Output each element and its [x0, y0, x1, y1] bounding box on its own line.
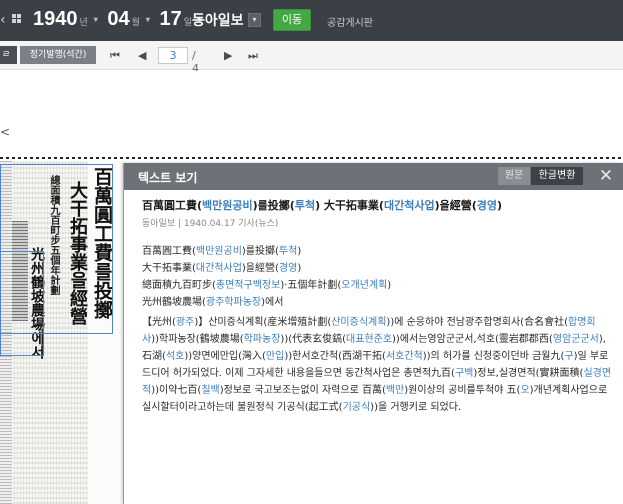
panel-body: 百萬圓工費(백만원공비)를投擲(투척) 大干拓事業(대간척사업)을經營(경영) …: [142, 197, 612, 416]
newspaper-scan-image[interactable]: 百萬圓工費를投擲 大干拓事業을經營 總面積九百町步五個年計劃 光州鶴坡農場에서: [0, 161, 123, 504]
korean-reading: 오: [520, 385, 530, 396]
headline-line: 總面積九百町步(총면적구백정보)·五個年計劃(오개년계획): [142, 277, 612, 294]
text-segment: )원이상의 공비를투척야 五(: [404, 385, 521, 396]
text-segment: ): [497, 199, 503, 212]
korean-reading: 대간척사업: [195, 263, 242, 274]
close-icon[interactable]: ✕: [596, 165, 616, 187]
korean-reading: 산미증식계획: [331, 317, 387, 328]
korean-reading: 백만원공비: [202, 199, 253, 212]
text-segment: ))을 거행키로 되었다.: [370, 402, 462, 413]
text-segment: ))의 허가를 신청중이던바 금월九(: [422, 351, 565, 362]
sub-toolbar: ㄹ 정기발행(석간) ⏮ ◀ 3 / 4 ▶ ⏭: [0, 41, 623, 75]
korean-reading: 대표현준호: [346, 334, 393, 345]
top-bar: ‹ 1940 년 ▾ 04 월 ▾ 17 일 ▾ 동아일보 ▾ 이동 공감게시판: [0, 0, 623, 41]
prev-date-arrow[interactable]: ‹: [0, 12, 6, 28]
headline-line: 大干拓事業(대간척사업)을經營(경영): [142, 260, 612, 277]
korean-reading: 구백: [454, 368, 474, 379]
last-page-icon[interactable]: ⏭: [248, 49, 258, 63]
korean-reading: 광주학파농장: [205, 297, 262, 308]
first-page-icon[interactable]: ⏮: [110, 49, 120, 63]
viewer-workspace[interactable]: < 百萬圓工費를投擲 大干拓事業을經營 總面積九百町步五個年計劃 光州鶴坡農場에…: [0, 71, 623, 504]
text-segment: )】산미증식계획(産米增殖計劃(: [194, 317, 332, 328]
toggle-korean-button[interactable]: 한글변환: [531, 167, 583, 185]
article-title: 百萬圓工費(백만원공비)를投擲(투척) 大干拓事業(대간척사업)을經營(경영): [142, 197, 612, 214]
korean-reading: 투척: [294, 199, 316, 212]
korean-reading: 오개년계획: [341, 280, 388, 291]
chevron-left-icon[interactable]: <: [0, 125, 10, 139]
korean-reading: 백만: [385, 385, 405, 396]
text-view-panel: 텍스트 보기 원문 한글변환 ✕ 百萬圓工費(백만원공비)를投擲(투척) 大干拓…: [123, 163, 623, 504]
grid-menu-icon[interactable]: [12, 14, 22, 24]
chevron-down-icon[interactable]: ▾: [94, 15, 98, 24]
text-segment: ))에서는영암군군서,석호(靈岩郡郡西(: [392, 334, 553, 345]
newspaper-select[interactable]: 동아일보: [192, 10, 244, 30]
date-selector: 1940 년 ▾ 04 월 ▾ 17 일 ▾: [33, 8, 206, 31]
text-segment: )에서: [261, 297, 284, 308]
month-unit: 월: [131, 17, 140, 27]
korean-reading: 석호: [165, 351, 185, 362]
korean-reading: 서호간척: [385, 351, 423, 362]
text-segment: )정보,실경면적(實耕面積(: [473, 368, 584, 379]
text-segment: )을經營(: [434, 199, 477, 212]
text-segment: )을經營(: [241, 263, 279, 274]
text-segment: ))(代表玄俊鎬(: [280, 334, 347, 345]
panel-title: 텍스트 보기: [138, 171, 198, 185]
korean-reading: 구: [564, 351, 574, 362]
korean-reading: 만입: [265, 351, 285, 362]
newspaper-dropdown-icon[interactable]: ▾: [248, 13, 261, 27]
text-segment: ))에 순응하야 전남광주합명회사(合名會社(: [386, 317, 568, 328]
text-segment: )를投擲(: [241, 246, 279, 257]
go-button[interactable]: 이동: [273, 9, 311, 31]
text-segment: ))한서호간척(西湖干拓(: [284, 351, 386, 362]
year-unit: 년: [79, 17, 88, 27]
text-segment: 大干拓事業(: [142, 263, 196, 274]
article-region-highlight-2[interactable]: [0, 251, 44, 356]
article-headlines: 百萬圓工費(백만원공비)를投擲(투척) 大干拓事業(대간척사업)을經營(경영) 總面…: [142, 243, 612, 311]
korean-reading: 영암군군서: [552, 334, 599, 345]
next-page-icon[interactable]: ▶: [224, 49, 232, 62]
text-segment: )·五個年計劃(: [280, 280, 342, 291]
korean-reading: 백만원공비: [195, 246, 242, 257]
panel-header: 텍스트 보기 원문 한글변환 ✕: [124, 163, 623, 190]
text-segment: ))이약七百(: [151, 385, 202, 396]
page-number-input[interactable]: 3: [158, 47, 188, 64]
text-segment: )정보로 국고보조는없이 자력으로 百萬(: [219, 385, 386, 396]
text-segment: )를投擲(: [252, 199, 295, 212]
korean-reading: 학파농장: [243, 334, 281, 345]
article-meta: 동아일보 | 1940.04.17 기사(뉴스): [142, 219, 279, 229]
text-segment: 【光州(: [142, 317, 176, 328]
text-segment: ): [297, 246, 302, 257]
korean-reading: 칠백: [201, 385, 220, 396]
text-segment: ): [387, 280, 392, 291]
korean-reading: 투척: [278, 246, 298, 257]
text-segment: ): [297, 263, 302, 274]
korean-reading: 경영: [476, 199, 498, 212]
toggle-original-button[interactable]: 원문: [498, 167, 530, 185]
korean-reading: 기공식: [342, 402, 371, 413]
korean-reading: 경영: [278, 263, 298, 274]
text-segment: ) 大干拓事業(: [315, 199, 384, 212]
korean-reading: 광주: [175, 317, 195, 328]
month-value[interactable]: 04: [107, 8, 129, 30]
headline-line: 光州鶴坡農場(광주학파농장)에서: [142, 294, 612, 311]
text-segment: 百萬圓工費(: [142, 246, 196, 257]
edition-tab-prev[interactable]: ㄹ: [0, 46, 17, 64]
text-segment: 百萬圓工費(: [142, 199, 203, 212]
korean-reading: 총면적구백정보: [215, 280, 281, 291]
article-body: 【光州(광주)】산미증식계획(産米增殖計劃(산미증식계획))에 순응하야 전남광…: [142, 314, 612, 416]
headline-line: 百萬圓工費(백만원공비)를投擲(투척): [142, 243, 612, 260]
text-segment: 光州鶴坡農場(: [142, 297, 206, 308]
year-value[interactable]: 1940: [33, 8, 78, 30]
chevron-down-icon[interactable]: ▾: [146, 15, 150, 24]
board-link[interactable]: 공감게시판: [327, 14, 373, 29]
text-segment: ))학파농장(鶴坡農場(: [151, 334, 244, 345]
prev-page-icon[interactable]: ◀: [138, 49, 146, 62]
day-unit: 일: [183, 17, 192, 27]
text-segment: 總面積九百町步(: [142, 280, 216, 291]
korean-reading: 대간척사업: [383, 199, 435, 212]
day-value[interactable]: 17: [159, 8, 181, 30]
page-edge-ruler: [0, 157, 623, 159]
text-segment: ))양면에만입(灣入(: [184, 351, 266, 362]
edition-tab-evening[interactable]: 정기발행(석간): [20, 46, 96, 64]
